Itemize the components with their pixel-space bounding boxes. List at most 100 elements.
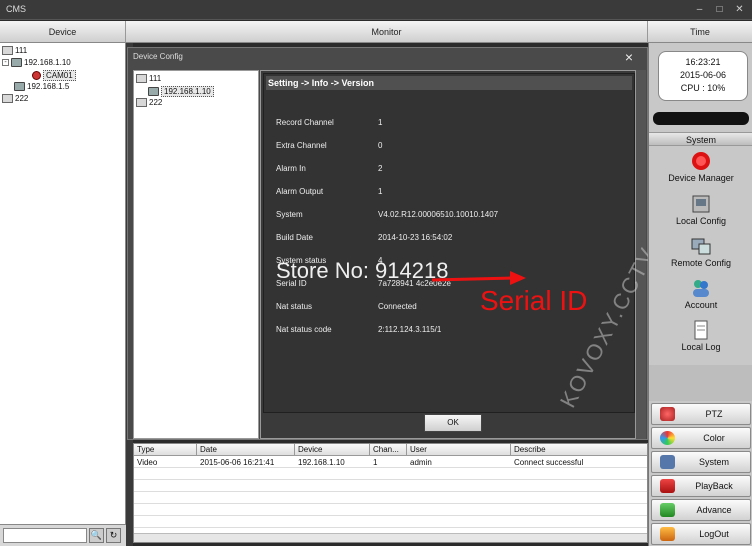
advance-button[interactable]: Advance — [651, 499, 751, 521]
collapse-icon[interactable]: - — [2, 59, 9, 66]
info-label-extra-channel: Extra Channel — [276, 141, 327, 150]
search-icon[interactable]: 🔍 — [89, 528, 104, 543]
device-search-bar: 🔍 ↻ — [0, 524, 126, 546]
tree-item-111[interactable]: 111 — [2, 46, 27, 55]
system-icon — [660, 455, 675, 469]
nav-label: PTZ — [705, 409, 723, 419]
color-button[interactable]: Color — [651, 427, 751, 449]
tool-label: Local Log — [681, 342, 721, 352]
log-col-type[interactable]: Type — [134, 444, 197, 456]
info-value-alarm-in: 2 — [378, 164, 383, 173]
info-value-extra-channel: 0 — [378, 141, 383, 150]
log-cell-user: admin — [410, 458, 432, 467]
system-section-title: System — [649, 132, 752, 146]
tree-item-label: 222 — [15, 94, 29, 103]
nav-label: Advance — [696, 505, 732, 515]
close-icon[interactable]: ✕ — [734, 4, 745, 15]
folder-icon — [136, 74, 147, 83]
tree-item-label: 222 — [149, 98, 163, 107]
store-watermark: Store No: 914218 — [276, 258, 449, 283]
tree-item-cam01[interactable]: CAM01 — [32, 70, 76, 81]
info-label-alarm-in: Alarm In — [276, 164, 306, 173]
system-button[interactable]: System — [651, 451, 751, 473]
log-table: Type Date Device Chan... User Describe V… — [133, 443, 648, 543]
tool-label: Account — [684, 300, 718, 310]
breadcrumb: Setting -> Info -> Version — [266, 76, 632, 90]
local-log-button[interactable]: Local Log — [649, 320, 752, 352]
device-column-header: Device — [0, 21, 126, 43]
info-value-alarm-output: 1 — [378, 187, 383, 196]
info-value-nat-status-code: 2:112.124.3.115/1 — [378, 325, 442, 334]
log-col-channel[interactable]: Chan... — [370, 444, 407, 456]
clock-display: 16:23:21 2015-06-06 CPU : 10% — [658, 51, 748, 101]
info-label-alarm-output: Alarm Output — [276, 187, 324, 196]
local-config-button[interactable]: Local Config — [649, 194, 752, 226]
tree-item-label: 192.168.1.5 — [27, 82, 70, 91]
device-icon — [11, 58, 22, 67]
time-column-header: Time — [648, 21, 752, 43]
ok-button[interactable]: OK — [424, 414, 482, 432]
tree-item-label: 111 — [149, 74, 162, 83]
tree-item-label: 192.168.1.10 — [24, 58, 71, 67]
maximize-icon[interactable]: □ — [714, 4, 725, 15]
folder-icon — [2, 46, 13, 55]
log-cell-channel: 1 — [373, 458, 378, 467]
nav-label: LogOut — [699, 529, 729, 539]
dialog-close-button[interactable]: × — [625, 49, 633, 65]
camera-icon — [32, 71, 41, 80]
device-manager-icon — [692, 152, 710, 170]
advance-icon — [660, 503, 675, 517]
log-horizontal-scrollbar[interactable] — [134, 533, 647, 542]
tree-item-222[interactable]: 222 — [2, 94, 28, 103]
account-button[interactable]: Account — [649, 278, 752, 310]
table-row — [134, 517, 647, 528]
nav-label: PlayBack — [695, 481, 733, 491]
cpu-usage: CPU : 10% — [680, 83, 726, 93]
tool-label: Device Manager — [668, 173, 734, 183]
current-date: 2015-06-06 — [679, 70, 727, 80]
local-config-icon — [692, 195, 710, 213]
log-col-device[interactable]: Device — [295, 444, 370, 456]
playback-icon — [660, 479, 675, 493]
tree-item-label: CAM01 — [43, 70, 76, 81]
logout-icon — [660, 527, 675, 541]
title-bar: CMS – □ ✕ — [0, 0, 752, 20]
monitor-column-header: Monitor — [126, 21, 648, 43]
log-col-describe[interactable]: Describe — [511, 444, 647, 456]
tree-item-label: 192.168.1.10 — [161, 86, 214, 97]
device-manager-button[interactable]: Device Manager — [649, 151, 752, 183]
playback-button[interactable]: PlayBack — [651, 475, 751, 497]
device-search-input[interactable] — [3, 528, 87, 543]
remote-config-icon — [691, 238, 711, 255]
info-label-record-channel: Record Channel — [276, 118, 334, 127]
status-bar — [653, 112, 749, 125]
dialog-tree-item-222[interactable]: 222 — [136, 98, 162, 107]
current-time: 16:23:21 — [685, 57, 721, 67]
dialog-tree-item-111[interactable]: 111 — [136, 74, 161, 83]
log-col-user[interactable]: User — [407, 444, 511, 456]
table-row — [134, 481, 647, 492]
dialog-tree-item-192-168-1-10[interactable]: 192.168.1.10 — [148, 86, 214, 97]
folder-icon — [136, 98, 147, 107]
info-label-system: System — [276, 210, 303, 219]
table-row — [134, 505, 647, 516]
remote-config-button[interactable]: Remote Config — [649, 236, 752, 268]
log-cell-device: 192.168.1.10 — [298, 458, 345, 467]
minimize-icon[interactable]: – — [694, 4, 705, 15]
ptz-icon — [660, 407, 675, 421]
color-icon — [660, 431, 675, 445]
tree-item-192-168-1-5[interactable]: 192.168.1.5 — [14, 82, 69, 91]
info-label-build-date: Build Date — [276, 233, 313, 242]
folder-icon — [2, 94, 13, 103]
nav-label: System — [698, 457, 729, 467]
log-col-date[interactable]: Date — [197, 444, 295, 456]
device-tree: 111 - 192.168.1.10 CAM01 192.168.1.5 222 — [0, 43, 126, 524]
refresh-icon[interactable]: ↻ — [106, 528, 121, 543]
table-row — [134, 469, 647, 480]
info-value-build-date: 2014-10-23 16:54:02 — [378, 233, 453, 242]
table-row[interactable]: Video 2015-06-06 16:21:41 192.168.1.10 1… — [134, 457, 647, 468]
tree-item-192-168-1-10[interactable]: - 192.168.1.10 — [2, 58, 71, 67]
panel-divider — [649, 365, 752, 401]
ptz-button[interactable]: PTZ — [651, 403, 751, 425]
logout-button[interactable]: LogOut — [651, 523, 751, 545]
